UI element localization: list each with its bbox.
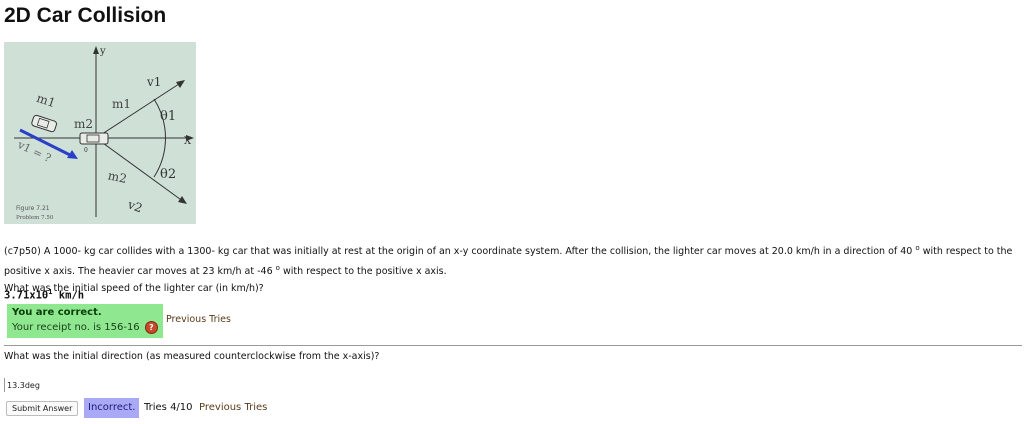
collision-figure: y X v1 θ1 θ2 m1 m1 m2 m2 v2 v1 = ? 0 Fig…	[4, 42, 196, 224]
m1-right-label: m1	[112, 97, 131, 111]
receipt-text: Your receipt no. is 156-16	[12, 322, 140, 333]
figure-caption-line2: Problem 7.50	[16, 215, 54, 221]
figure-caption-line1: Figure 7.21	[16, 205, 50, 212]
answer-1-value: 3.71x101 km/h	[4, 288, 84, 302]
problem-statement: (c7p50) A 1000- kg car collides with a 1…	[4, 240, 1019, 297]
correct-feedback-box: You are correct. Your receipt no. is 156…	[7, 304, 163, 338]
x-axis-label: X	[184, 136, 192, 147]
help-icon[interactable]: ?	[144, 320, 158, 334]
receipt-text-row: Your receipt no. is 156-16 ?	[12, 320, 158, 335]
submit-answer-button[interactable]: Submit Answer	[6, 401, 79, 416]
problem-text-part1: (c7p50) A 1000- kg car collides with a 1…	[4, 246, 913, 258]
page-title: 2D Car Collision	[4, 4, 167, 27]
answer-1-unit: km/h	[52, 289, 85, 302]
answer-2-input[interactable]	[4, 378, 197, 392]
incorrect-status-badge: Incorrect.	[84, 398, 140, 418]
problem-text-part3: with respect to the positive x axis.	[279, 266, 447, 278]
section-divider	[4, 345, 1022, 346]
m2-top-label: m2	[74, 117, 93, 131]
theta1-label: θ1	[160, 109, 176, 124]
question-2-text: What was the initial direction (as measu…	[4, 351, 380, 362]
car-m2-origin	[79, 132, 109, 145]
previous-tries-link-2[interactable]: Previous Tries	[199, 402, 267, 413]
origin-label: 0	[84, 147, 88, 154]
correct-status: You are correct.	[12, 307, 102, 318]
previous-tries-link-1[interactable]: Previous Tries	[166, 314, 231, 325]
theta2-label: θ2	[160, 167, 176, 182]
v1-final-label: v1	[146, 75, 161, 89]
collision-diagram: y X v1 θ1 θ2 m1 m1 m2 m2 v2 v1 = ? 0 Fig…	[4, 42, 196, 224]
answer-1-mantissa: 3.71x10	[4, 289, 49, 302]
y-axis-label: y	[99, 46, 106, 57]
tries-count: Tries 4/10	[144, 402, 193, 413]
